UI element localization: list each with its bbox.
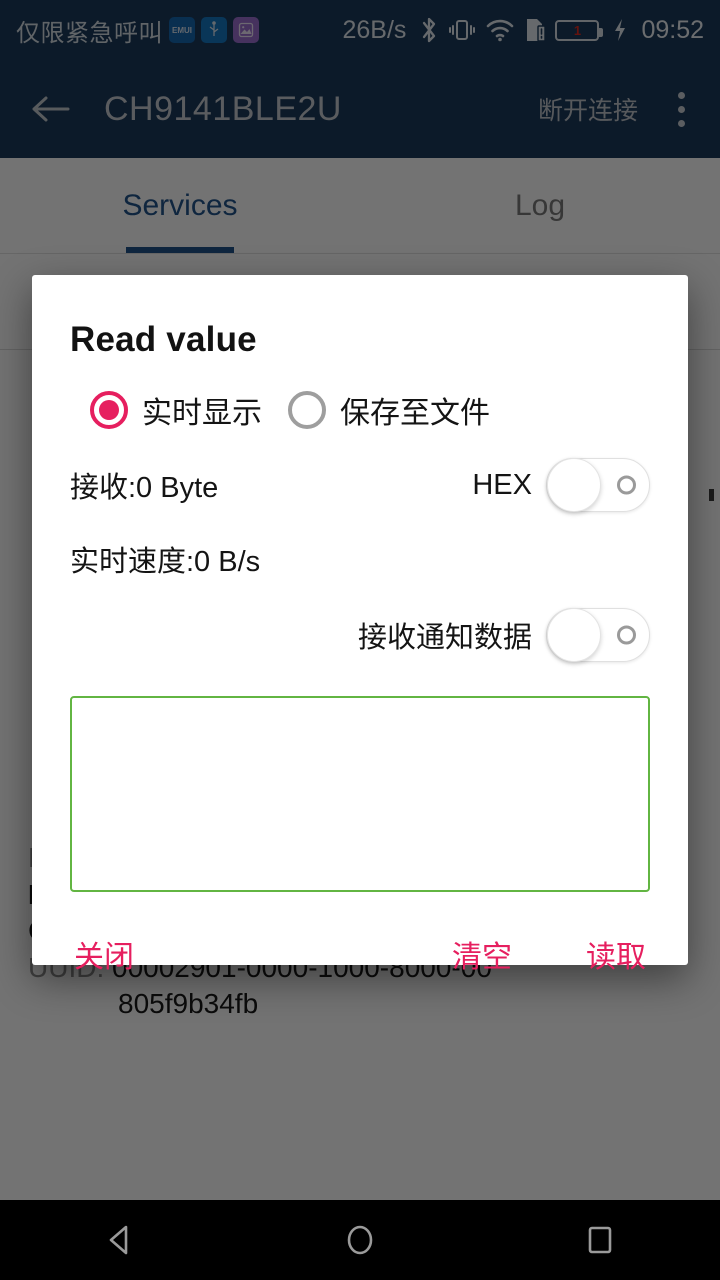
clear-button[interactable]: 清空 <box>448 926 516 982</box>
read-button[interactable]: 读取 <box>582 926 650 982</box>
dialog-title: Read value <box>70 320 650 360</box>
nav-recents-button[interactable] <box>545 1200 655 1280</box>
hex-toggle-off-ring <box>617 476 636 495</box>
received-bytes-label: 接收:0 Byte <box>70 464 218 506</box>
radio-save-to-file-label: 保存至文件 <box>340 388 490 432</box>
nav-back-button[interactable] <box>65 1200 175 1280</box>
notify-label: 接收通知数据 <box>358 614 532 656</box>
speed-row: 实时速度:0 B/s <box>70 538 650 580</box>
hex-toggle-thumb <box>547 458 601 512</box>
notify-toggle-thumb <box>547 608 601 662</box>
dialog-actions: 关闭 清空 读取 <box>70 926 650 982</box>
read-value-dialog: Read value 实时显示 保存至文件 接收:0 Byte HEX 实时速度… <box>32 275 688 965</box>
radio-realtime-display[interactable] <box>90 391 128 429</box>
realtime-speed-label: 实时速度:0 B/s <box>70 538 260 580</box>
close-button[interactable]: 关闭 <box>70 926 138 982</box>
notify-toggle-off-ring <box>617 626 636 645</box>
notify-toggle[interactable] <box>546 608 650 662</box>
android-nav-bar <box>0 1200 720 1280</box>
nav-home-button[interactable] <box>305 1200 415 1280</box>
hex-label: HEX <box>472 469 532 502</box>
radio-save-to-file[interactable] <box>288 391 326 429</box>
phone-screen: ⌄ f9b34fb Properties:WRITE Descriptors: … <box>0 0 720 1280</box>
radio-realtime-display-label: 实时显示 <box>142 388 262 432</box>
hex-toggle[interactable] <box>546 458 650 512</box>
received-row: 接收:0 Byte HEX <box>70 458 650 512</box>
display-mode-radio-group: 实时显示 保存至文件 <box>70 388 650 432</box>
notify-row: 接收通知数据 <box>70 608 650 662</box>
output-textarea[interactable] <box>70 696 650 892</box>
